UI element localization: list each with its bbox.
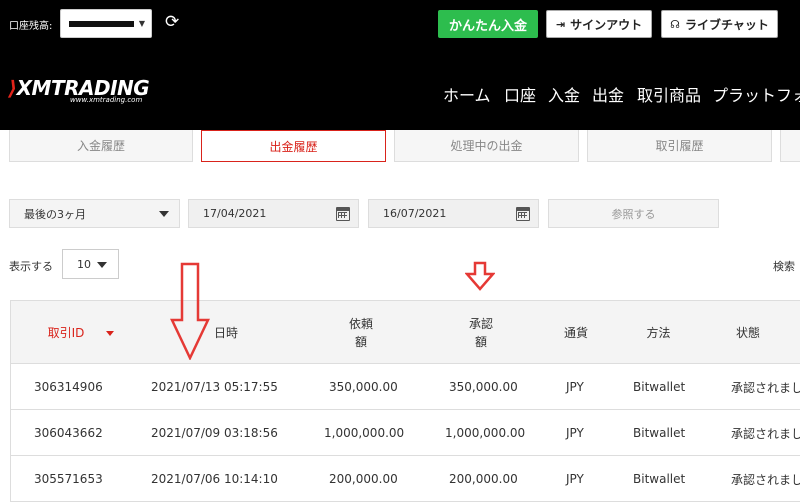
top-bar: 口座残高: ▼ ⟳ かんたん入金 ⇥ サインアウト ☊ ライブチャット bbox=[0, 0, 800, 52]
cell-requested: 350,000.00 bbox=[329, 380, 398, 394]
cell-approved: 200,000.00 bbox=[449, 472, 518, 486]
period-select[interactable]: 最後の3ヶ月 bbox=[9, 199, 180, 228]
calendar-icon[interactable] bbox=[336, 207, 350, 221]
nav-item-platform[interactable]: プラットフォ bbox=[712, 82, 800, 106]
cell-method: Bitwallet bbox=[633, 380, 686, 394]
tab-more[interactable] bbox=[780, 130, 800, 162]
date-to-field[interactable]: 16/07/2021 bbox=[368, 199, 539, 228]
column-header-label: 取引ID bbox=[47, 326, 85, 340]
table-row[interactable]: 305571653 2021/07/06 10:14:10 200,000.00… bbox=[11, 456, 800, 502]
signout-icon: ⇥ bbox=[555, 17, 566, 31]
date-to-value: 16/07/2021 bbox=[383, 207, 447, 220]
main-nav: ⟩XMTRADING www.xmtrading.com ホーム 口座 入金 出… bbox=[0, 52, 800, 130]
period-value: 最後の3ヶ月 bbox=[24, 207, 86, 221]
page-size-select[interactable]: 10 bbox=[62, 249, 119, 279]
column-header-approved[interactable]: 承認 額 bbox=[421, 301, 541, 365]
headset-icon: ☊ bbox=[670, 17, 680, 31]
cell-datetime: 2021/07/06 10:14:10 bbox=[151, 472, 278, 486]
sort-desc-icon bbox=[106, 330, 115, 336]
cell-datetime: 2021/07/09 03:18:56 bbox=[151, 426, 278, 440]
calendar-icon[interactable] bbox=[516, 207, 530, 221]
caret-down-icon bbox=[97, 262, 107, 268]
column-header-method[interactable]: 方法 bbox=[611, 301, 706, 365]
cell-method: Bitwallet bbox=[633, 426, 686, 440]
quick-deposit-button[interactable]: かんたん入金 bbox=[438, 10, 538, 38]
column-header-label: 日時 bbox=[213, 326, 238, 340]
account-balance-label: 口座残高: bbox=[9, 21, 53, 32]
refresh-icon[interactable]: ⟳ bbox=[165, 12, 179, 32]
livechat-label: ライブチャット bbox=[684, 17, 769, 32]
table-row[interactable]: 306314906 2021/07/13 05:17:55 350,000.00… bbox=[11, 364, 800, 410]
nav-item-home[interactable]: ホーム bbox=[443, 82, 491, 106]
column-header-id[interactable]: 取引ID bbox=[11, 301, 151, 365]
signout-label: サインアウト bbox=[570, 17, 643, 32]
redacted-account-value bbox=[69, 21, 134, 27]
column-header-label: 方法 bbox=[646, 326, 671, 340]
cell-currency: JPY bbox=[566, 472, 584, 486]
column-header-status[interactable]: 状態 bbox=[706, 301, 800, 365]
browse-button[interactable]: 参照する bbox=[548, 199, 719, 228]
tab-withdraw-history[interactable]: 出金履歴 bbox=[201, 130, 386, 162]
cell-id: 306043662 bbox=[34, 426, 103, 440]
cell-datetime: 2021/07/13 05:17:55 bbox=[151, 380, 278, 394]
cell-method: Bitwallet bbox=[633, 472, 686, 486]
column-header-label: 依頼 額 bbox=[348, 317, 373, 349]
table-header: 取引ID 日時 依頼 額 承認 額 通貨 方法 状態 bbox=[11, 300, 800, 364]
tab-deposit-history[interactable]: 入金履歴 bbox=[9, 130, 193, 162]
tab-trade-history[interactable]: 取引履歴 bbox=[587, 130, 772, 162]
cell-currency: JPY bbox=[566, 426, 584, 440]
column-header-label: 通貨 bbox=[563, 326, 588, 340]
chevron-down-icon: ▼ bbox=[138, 19, 145, 28]
cell-currency: JPY bbox=[566, 380, 584, 394]
show-entries-label: 表示する bbox=[9, 260, 53, 273]
column-header-datetime[interactable]: 日時 bbox=[151, 301, 301, 365]
cell-id: 305571653 bbox=[34, 472, 103, 486]
annotation-down-arrow-icon bbox=[465, 261, 495, 291]
livechat-button[interactable]: ☊ ライブチャット bbox=[661, 10, 778, 38]
logo-subtext: www.xmtrading.com bbox=[70, 96, 143, 104]
table-row[interactable]: 306043662 2021/07/09 03:18:56 1,000,000.… bbox=[11, 410, 800, 456]
account-select[interactable]: ▼ bbox=[60, 9, 152, 38]
cell-status: 承認されまし bbox=[731, 426, 800, 441]
date-from-value: 17/04/2021 bbox=[203, 207, 267, 220]
logo-mark-icon: ⟩ bbox=[8, 76, 17, 100]
cell-status: 承認されまし bbox=[731, 380, 800, 395]
search-label: 検索 bbox=[773, 260, 795, 273]
signout-button[interactable]: ⇥ サインアウト bbox=[546, 10, 652, 38]
cell-requested: 1,000,000.00 bbox=[324, 426, 405, 440]
tab-pending-withdrawals[interactable]: 処理中の出金 bbox=[394, 130, 579, 162]
column-header-requested[interactable]: 依頼 額 bbox=[301, 301, 421, 365]
nav-item-products[interactable]: 取引商品 bbox=[637, 82, 701, 106]
column-header-currency[interactable]: 通貨 bbox=[541, 301, 611, 365]
column-header-label: 承認 額 bbox=[468, 317, 493, 349]
cell-requested: 200,000.00 bbox=[329, 472, 398, 486]
page-size-value: 10 bbox=[77, 257, 91, 271]
cell-status: 承認されまし bbox=[731, 472, 800, 487]
cell-approved: 350,000.00 bbox=[449, 380, 518, 394]
cell-approved: 1,000,000.00 bbox=[445, 426, 526, 440]
nav-item-deposit[interactable]: 入金 bbox=[548, 82, 580, 106]
date-from-field[interactable]: 17/04/2021 bbox=[188, 199, 359, 228]
cell-id: 306314906 bbox=[34, 380, 103, 394]
withdraw-history-table: 取引ID 日時 依頼 額 承認 額 通貨 方法 状態 306314906 202… bbox=[10, 300, 800, 502]
nav-item-withdraw[interactable]: 出金 bbox=[592, 82, 624, 106]
caret-down-icon bbox=[159, 211, 169, 217]
nav-item-account[interactable]: 口座 bbox=[504, 82, 536, 106]
column-header-label: 状態 bbox=[736, 326, 761, 340]
